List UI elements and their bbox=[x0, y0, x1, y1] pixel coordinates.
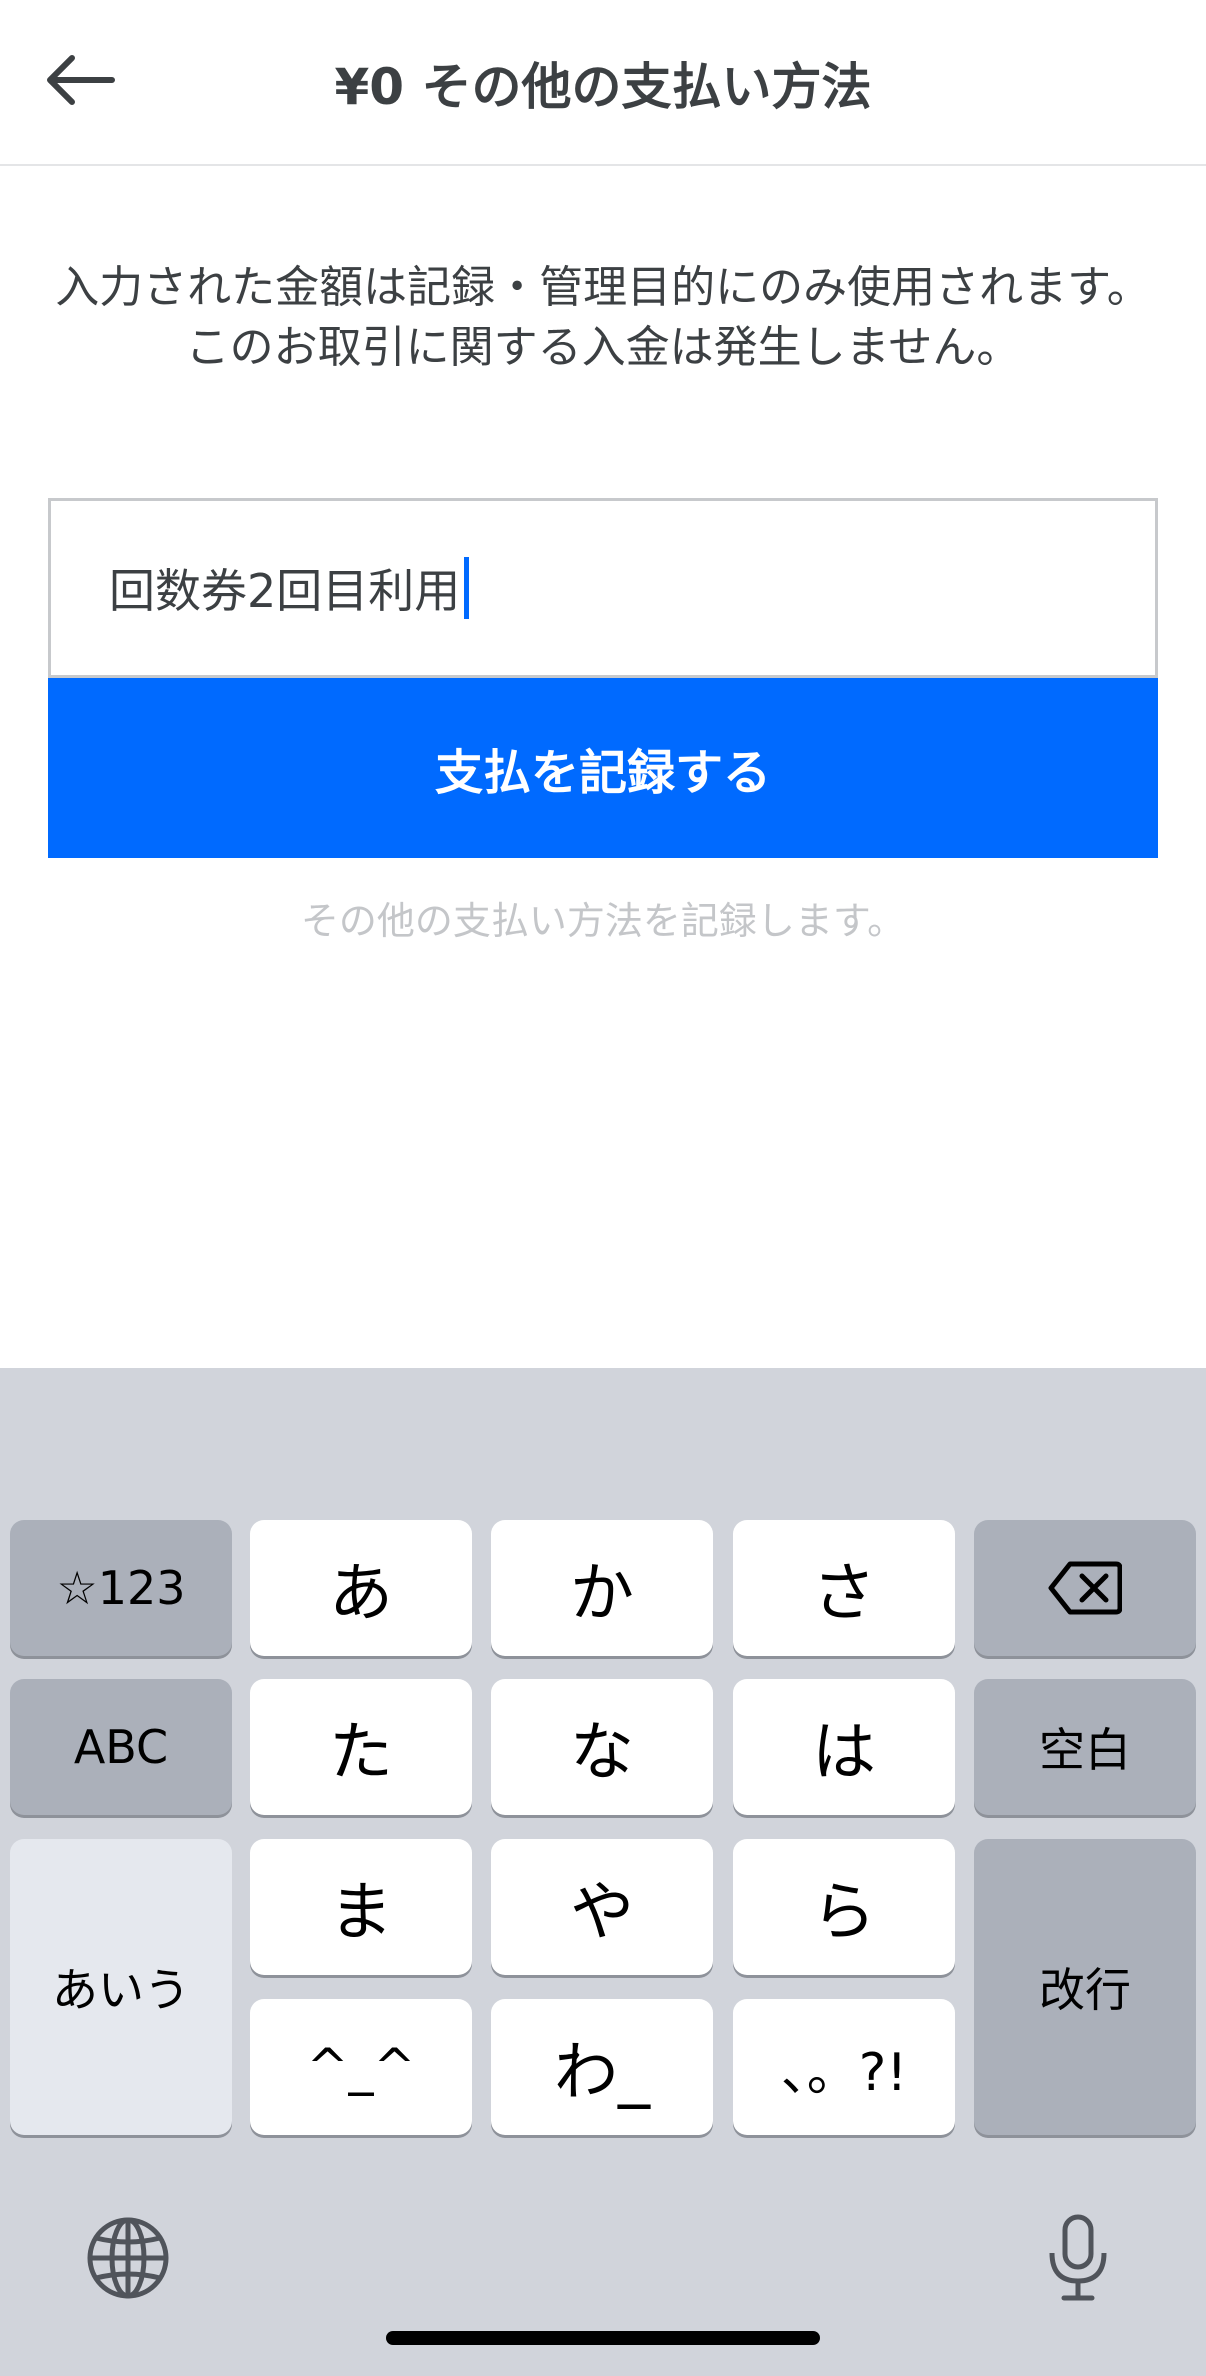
key-ta[interactable]: た bbox=[250, 1679, 472, 1815]
key-punctuation[interactable]: 、。?! bbox=[733, 1999, 955, 2135]
back-arrow-icon bbox=[47, 55, 115, 105]
key-abc[interactable]: ABC bbox=[10, 1679, 232, 1815]
memo-input[interactable]: 回数券2回目利用 bbox=[48, 498, 1158, 678]
key-ka[interactable]: か bbox=[491, 1520, 713, 1656]
key-wa[interactable]: わ_ bbox=[491, 1999, 713, 2135]
globe-button[interactable] bbox=[78, 2208, 178, 2308]
key-a[interactable]: あ bbox=[250, 1520, 472, 1656]
key-ya[interactable]: や bbox=[491, 1839, 713, 1975]
key-backspace[interactable] bbox=[974, 1520, 1196, 1656]
key-aiu[interactable]: あいう bbox=[10, 1839, 232, 2135]
back-button[interactable] bbox=[30, 30, 130, 130]
key-space[interactable]: 空白 bbox=[974, 1679, 1196, 1815]
page-title: ¥0 その他の支払い方法 bbox=[334, 58, 872, 116]
record-payment-button[interactable]: 支払を記録する bbox=[48, 678, 1158, 858]
globe-icon bbox=[87, 2217, 169, 2299]
key-ma[interactable]: ま bbox=[250, 1839, 472, 1975]
description-text: 入力された金額は記録・管理目的にのみ使用されます。このお取引に関する入金は発生し… bbox=[55, 262, 1151, 373]
header: ¥0 その他の支払い方法 bbox=[0, 0, 1206, 166]
helper-text: その他の支払い方法を記録します。 bbox=[300, 899, 906, 943]
key-ha[interactable]: は bbox=[733, 1679, 955, 1815]
key-enter[interactable]: 改行 bbox=[974, 1839, 1196, 2135]
memo-input-value: 回数券2回目利用 bbox=[109, 564, 461, 618]
microphone-button[interactable] bbox=[1028, 2208, 1128, 2308]
key-sa[interactable]: さ bbox=[733, 1520, 955, 1656]
microphone-icon bbox=[1049, 2214, 1107, 2301]
key-symbols[interactable]: ☆123 bbox=[10, 1520, 232, 1656]
key-ra[interactable]: ら bbox=[733, 1839, 955, 1975]
keyboard: ☆123 あ か さ ABC た な は 空白 あいう ま や ら 改行 ^_^… bbox=[0, 1368, 1206, 2376]
home-indicator bbox=[386, 2331, 820, 2345]
text-caret bbox=[464, 557, 470, 619]
backspace-icon bbox=[1048, 1561, 1122, 1615]
screen: ¥0 その他の支払い方法 入力された金額は記録・管理目的にのみ使用されます。この… bbox=[0, 0, 1206, 2376]
key-kaomoji[interactable]: ^_^ bbox=[250, 1999, 472, 2135]
key-na[interactable]: な bbox=[491, 1679, 713, 1815]
